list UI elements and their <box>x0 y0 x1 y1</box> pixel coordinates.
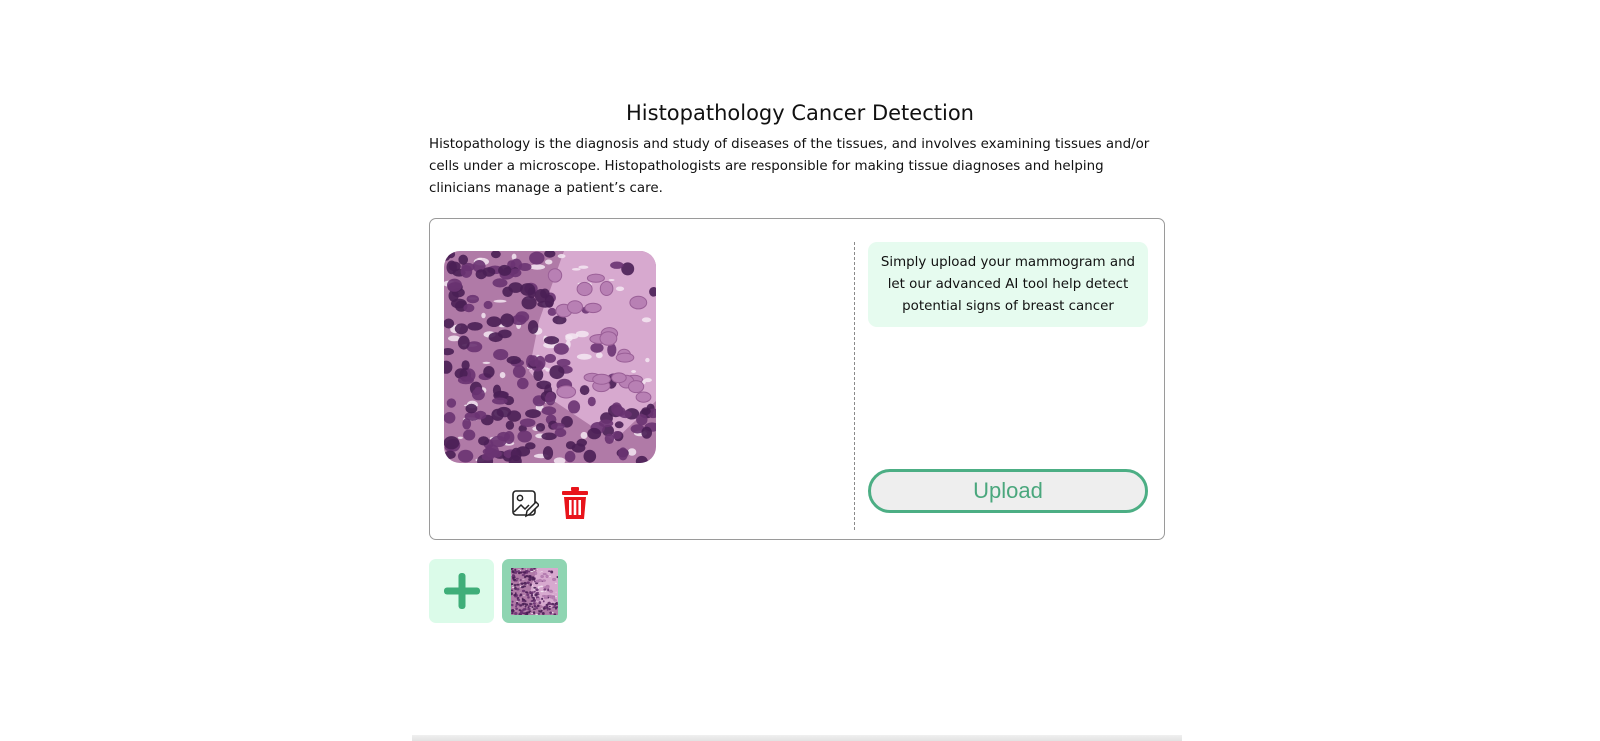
page-title: Histopathology Cancer Detection <box>626 101 974 125</box>
footer-edge <box>412 735 1182 741</box>
image-preview <box>444 251 656 463</box>
image-edit-icon <box>512 490 539 518</box>
thumbnail-image <box>511 567 558 615</box>
image-thumbnail[interactable] <box>502 559 567 623</box>
upload-button[interactable]: Upload <box>868 469 1148 513</box>
info-message: Simply upload your mammogram and let our… <box>868 242 1148 327</box>
panel-divider <box>854 242 855 530</box>
intro-text: Histopathology is the diagnosis and stud… <box>429 137 1150 196</box>
edit-image-button[interactable] <box>508 484 542 522</box>
histology-image <box>444 251 656 463</box>
add-image-button[interactable] <box>429 559 494 623</box>
plus-icon <box>443 573 480 609</box>
delete-image-button[interactable] <box>558 484 592 522</box>
trash-icon <box>562 487 588 519</box>
upload-panel: Simply upload your mammogram and let our… <box>429 218 1165 540</box>
